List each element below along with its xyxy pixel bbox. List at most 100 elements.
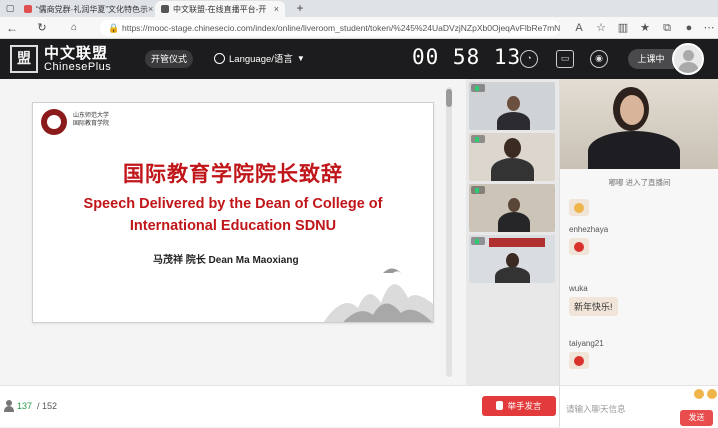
- avatar-head: [683, 50, 694, 61]
- back-icon[interactable]: ←: [4, 20, 20, 36]
- chevron-down-icon: ▼: [296, 53, 305, 63]
- split-screen-icon[interactable]: ▥: [616, 21, 630, 35]
- class-timer: 00 58 13: [412, 45, 522, 69]
- tab-title: “儒商党群·礼润华夏”文化特色示: [36, 4, 148, 14]
- logo-text-cn: 中文联盟: [44, 44, 109, 62]
- mic-icon: [471, 84, 485, 92]
- send-button[interactable]: 发送: [680, 410, 713, 426]
- online-count: 137: [17, 401, 33, 411]
- participant-video[interactable]: [469, 235, 555, 283]
- participant-head: [506, 253, 519, 268]
- tab-close-icon[interactable]: ×: [274, 4, 279, 14]
- chat-username: wuka: [569, 284, 588, 293]
- app-header: 盟 中文联盟 ChinesePlus 开管仪式 Language/语言 ▼ 00…: [0, 39, 718, 79]
- logo-text-en: ChinesePlus: [44, 61, 112, 73]
- slide-title-cn: 国际教育学院院长致辞: [123, 162, 343, 186]
- emoji-icon[interactable]: [707, 389, 717, 399]
- collections-icon[interactable]: ⧉: [660, 21, 674, 35]
- right-panel: 嘟嘟 进入了直播间 enhezhaya wuka 新年快乐! taiyang21…: [559, 79, 718, 428]
- reload-icon[interactable]: ↻: [34, 20, 50, 36]
- school-name: 山东师范大学 国际教育学院: [73, 112, 109, 128]
- bottom-bar: 137 / 152 举手发言: [0, 385, 559, 427]
- smile-emoji-icon: [574, 202, 584, 213]
- browser-tab-2[interactable]: 中文联盟-在线直播平台-开 ×: [155, 1, 285, 17]
- mic-icon: [471, 135, 485, 143]
- participant-videos: [466, 79, 559, 385]
- participants-icon[interactable]: [4, 400, 14, 412]
- total-count: / 152: [37, 401, 58, 411]
- participant-video[interactable]: [469, 133, 555, 181]
- favorites-icon[interactable]: ★: [638, 21, 652, 35]
- participant-body: [491, 158, 534, 181]
- chat-system-message: 嘟嘟 进入了直播间: [608, 178, 671, 187]
- home-icon[interactable]: ⌂: [66, 20, 82, 36]
- browser-address-bar: ← ↻ ⌂ 🔒 https://mooc-stage.chinesecio.co…: [0, 17, 718, 39]
- slide-title-en-line2: International Education SDNU: [129, 218, 337, 234]
- class-status-badge: 上课中: [628, 49, 674, 69]
- slide-title-en-line1: Speech Delivered by the Dean of College …: [83, 196, 383, 212]
- hand-icon: [496, 401, 504, 410]
- logo-icon: 盟: [10, 45, 38, 73]
- participant-video[interactable]: [469, 184, 555, 232]
- new-tab-button[interactable]: +: [292, 0, 308, 16]
- chat-username: enhezhaya: [569, 225, 609, 234]
- chat-input-area: 请输入聊天信息 发送: [560, 385, 718, 428]
- stage-scrollbar[interactable]: [446, 87, 452, 377]
- chat-message: [569, 199, 589, 216]
- more-icon[interactable]: ⋯: [702, 21, 716, 35]
- speedometer-icon[interactable]: ◔: [520, 50, 538, 68]
- chat-panel: 嘟嘟 进入了直播间 enhezhaya wuka 新年快乐! taiyang21: [560, 169, 718, 384]
- presentation-stage: 山东师范大学 国际教育学院 国际教育学院院长致辞 Speech Delivere…: [0, 79, 466, 385]
- ink-landscape-icon: [323, 268, 433, 322]
- school-name-line1: 山东师范大学: [73, 112, 110, 119]
- sidebar-toggle-icon[interactable]: ▢: [2, 0, 18, 16]
- tab-title: 中文联盟-在线直播平台-开: [173, 4, 267, 14]
- participant-video[interactable]: [469, 82, 555, 130]
- globe-icon: [214, 52, 225, 64]
- lock-icon: 🔒: [108, 23, 120, 33]
- participants-icon-body: [4, 406, 14, 412]
- read-aloud-icon[interactable]: A: [572, 21, 586, 35]
- teacher-video[interactable]: [560, 79, 718, 169]
- profile-icon[interactable]: ●: [682, 21, 696, 35]
- chat-username: taiyang21: [569, 339, 604, 348]
- scrollbar-thumb[interactable]: [446, 89, 452, 107]
- tab-favicon-icon: [161, 5, 169, 13]
- url-field[interactable]: 🔒 https://mooc-stage.chinesecio.com/inde…: [100, 20, 560, 36]
- chat-message: [569, 238, 589, 255]
- school-name-line2: 国际教育学院: [73, 120, 110, 127]
- mic-icon: [471, 237, 485, 245]
- participant-body: [495, 267, 530, 283]
- url-text: https://mooc-stage.chinesecio.com/index/…: [122, 23, 560, 33]
- screen-share-icon[interactable]: ▭: [556, 50, 574, 68]
- favorite-icon[interactable]: ☆: [594, 21, 608, 35]
- chat-message: 新年快乐!: [569, 297, 618, 316]
- mic-icon: [471, 186, 485, 194]
- language-selector[interactable]: Language/语言 ▼: [214, 51, 305, 65]
- slide-speaker: 马茂祥 院长 Dean Ma Maoxiang: [153, 255, 299, 266]
- rose-emoji-icon: [574, 355, 584, 366]
- avatar-body: [678, 62, 699, 73]
- browser-tab-1[interactable]: “儒商党群·礼润华夏”文化特色示 ×: [18, 1, 153, 17]
- raise-hand-label: 举手发言: [507, 401, 542, 411]
- participant-head: [507, 96, 520, 111]
- tab-close-icon[interactable]: ×: [148, 4, 153, 14]
- ceremony-button[interactable]: 开管仪式: [145, 50, 193, 68]
- signal-icon[interactable]: ◉: [590, 50, 608, 68]
- school-emblem-icon: [41, 109, 67, 135]
- emoji-icon[interactable]: [694, 389, 704, 399]
- participant-head: [508, 198, 520, 212]
- user-avatar[interactable]: [672, 43, 704, 75]
- teacher-face: [620, 95, 644, 125]
- tab-favicon-icon: [24, 5, 32, 13]
- banner-background: [489, 238, 545, 247]
- slide-title-en: Speech Delivered by the Dean of College …: [33, 193, 433, 237]
- presentation-slide: 山东师范大学 国际教育学院 国际教育学院院长致辞 Speech Delivere…: [32, 102, 434, 323]
- chat-input[interactable]: 请输入聊天信息: [566, 403, 626, 415]
- language-label: Language/语言: [229, 54, 293, 65]
- teacher-body: [588, 131, 680, 169]
- browser-tab-bar: ▢ “儒商党群·礼润华夏”文化特色示 × 中文联盟-在线直播平台-开 × +: [0, 0, 718, 17]
- raise-hand-button[interactable]: 举手发言: [482, 396, 556, 416]
- chat-message: [569, 352, 589, 369]
- participant-head: [504, 138, 521, 158]
